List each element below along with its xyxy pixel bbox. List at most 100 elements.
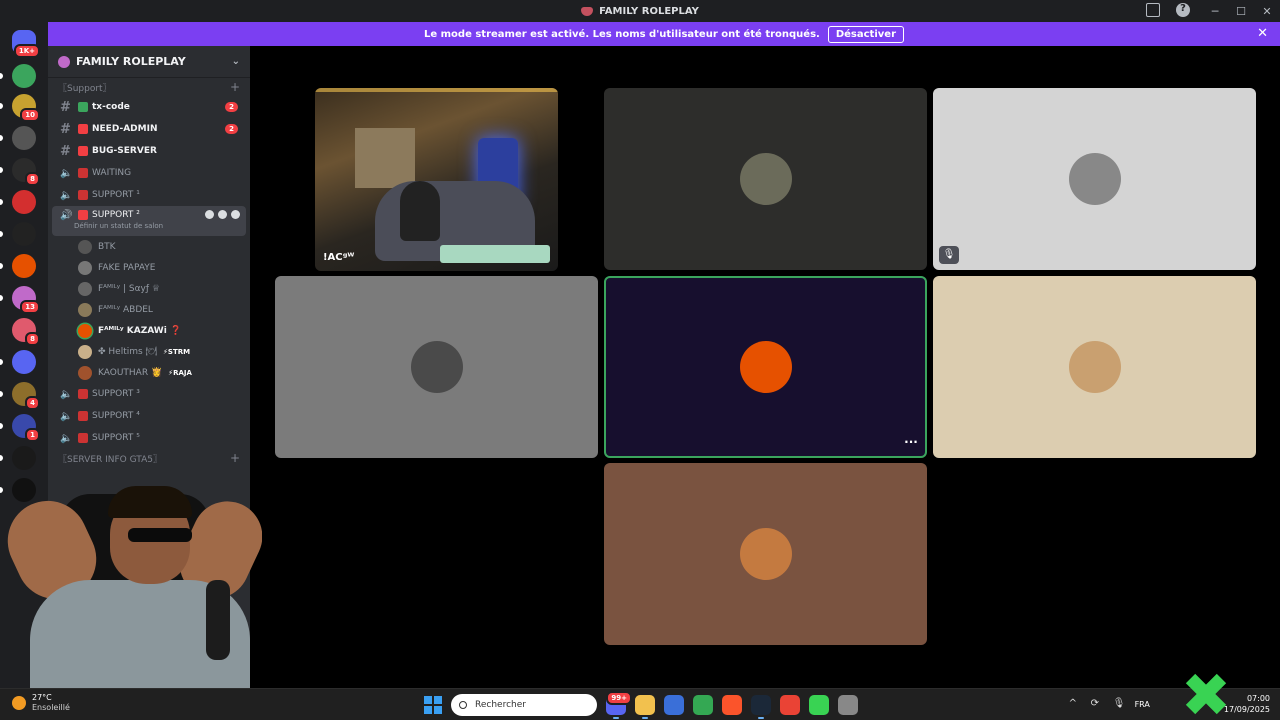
more-options-icon[interactable]: ··· (901, 436, 921, 452)
tile-2[interactable] (604, 88, 927, 270)
server-icon-server-5[interactable] (12, 190, 36, 214)
inbox-icon[interactable] (1146, 3, 1160, 17)
voice-user[interactable]: Fᴬᴹᴵᴸʸ KAZAWi ❓ (48, 320, 250, 341)
sync-icon[interactable]: ⟳ (1091, 698, 1103, 710)
channel-emoji-icon (78, 168, 88, 178)
tile-camera[interactable]: !ACᵍᵂ (315, 88, 558, 271)
mic-icon[interactable]: 🎙 (1113, 698, 1126, 710)
windows-start-icon[interactable] (424, 696, 442, 714)
speaker-icon: 🔊 (60, 210, 73, 221)
steam-icon[interactable] (751, 695, 771, 719)
server-header[interactable]: FAMILY ROLEPLAY ⌄ (48, 46, 250, 78)
close-button[interactable]: ✕ (1254, 0, 1280, 22)
channel-item[interactable]: 🔈 SUPPORT ⁴ (48, 405, 250, 427)
channel-label: SUPPORT ⁵ (92, 433, 140, 443)
category-support[interactable]: 〖Support〗 + (48, 78, 250, 96)
speaker-icon: 🔈 (60, 189, 73, 201)
minimize-button[interactable]: ─ (1202, 0, 1228, 22)
add-channel-icon[interactable]: + (230, 451, 240, 465)
voice-user[interactable]: ✤ Heltims 🍽 ⚡STRM (48, 341, 250, 362)
server-icon-server-13[interactable] (12, 446, 36, 470)
discord-icon[interactable]: 99+ (606, 691, 632, 719)
channel-item[interactable]: 🔈 WAITING (48, 162, 250, 184)
channel-label: tx-code (92, 102, 130, 112)
voice-user[interactable]: Fᴬᴹᴵᴸʸ | Sαyƒ ♕ (48, 278, 250, 299)
server-icon-server-6[interactable] (12, 222, 36, 246)
discord-app-icon (581, 6, 594, 16)
clock[interactable]: 07:00 17/09/2025 (1224, 693, 1270, 715)
avatar (78, 302, 92, 317)
unread-pill (0, 263, 3, 269)
server-badge: 4 (25, 396, 40, 410)
chat-icon[interactable] (205, 210, 214, 219)
voice-user[interactable]: KAOUTHAR 👸 ⚡RAJA (48, 362, 250, 383)
disable-streamer-button[interactable]: Désactiver (827, 25, 904, 43)
clock-date: 17/09/2025 (1223, 705, 1270, 714)
server-icon-server-3[interactable] (12, 126, 36, 150)
taskbar-search[interactable]: Rechercher (451, 694, 597, 716)
voice-user[interactable]: Fᴬᴹᴵᴸʸ ABDEL (48, 299, 250, 320)
server-icon-server-10[interactable] (12, 350, 36, 374)
server-badge: 8 (25, 332, 40, 346)
avatar (78, 323, 92, 338)
banner-close-icon[interactable]: ✕ (1257, 26, 1268, 41)
language-indicator[interactable]: FRA (1135, 700, 1150, 709)
keyboard (440, 245, 550, 263)
unread-pill (0, 135, 3, 141)
server-icon-server-1[interactable] (12, 64, 36, 88)
channel-item[interactable]: # BUG-SERVER (48, 140, 250, 162)
settings-icon[interactable] (231, 210, 240, 219)
channel-status[interactable]: Définir un statut de salon (48, 222, 250, 236)
tile-3[interactable]: 🎙 (933, 88, 1256, 270)
channel-item[interactable]: 🔈 SUPPORT ¹ (48, 184, 250, 206)
app-3-icon[interactable] (664, 695, 684, 715)
server-icon-server-11[interactable]: 4 (12, 382, 40, 410)
app-9-icon[interactable] (838, 695, 858, 715)
chevron-up-icon[interactable]: ^ (1069, 698, 1081, 710)
brave-icon[interactable] (722, 695, 742, 715)
pinned-apps: 99+ (606, 691, 858, 719)
channel-item[interactable]: 🔈 SUPPORT ⁵ (48, 427, 250, 449)
channel-item[interactable]: # NEED-ADMIN 2 (48, 118, 250, 140)
speaker-icon: 🔈 (60, 388, 73, 400)
invite-icon[interactable] (218, 210, 227, 219)
channel-item[interactable]: 🔈 SUPPORT ³ (48, 383, 250, 405)
tile-4[interactable] (275, 276, 598, 458)
discord-badge: 99+ (606, 691, 632, 705)
channel-item[interactable]: # tx-code 2 (48, 96, 250, 118)
server-icon-server-2[interactable]: 10 (12, 94, 40, 122)
tile-6[interactable] (933, 276, 1256, 458)
user-name: KAOUTHAR 👸 (98, 367, 163, 378)
server-icon-server-4[interactable]: 8 (12, 158, 40, 186)
server-icon-server-8[interactable]: 13 (12, 286, 40, 314)
unread-pill (0, 359, 3, 365)
avatar (78, 260, 92, 275)
avatar (78, 239, 92, 254)
server-icon-server-7[interactable] (12, 254, 36, 278)
server-icon-server-12[interactable]: 1 (12, 414, 40, 442)
app-8-icon[interactable] (809, 695, 829, 715)
server-badge: 1 (25, 428, 40, 442)
weather-widget[interactable]: 27°C Ensoleillé (12, 693, 70, 713)
category-label: 〖Support〗 (58, 83, 112, 94)
channel-label: SUPPORT ⁴ (92, 411, 140, 421)
tile-7[interactable] (604, 463, 927, 645)
category-server-info[interactable]: 〖SERVER INFO GTA5〗 + (48, 449, 250, 467)
tile-kazawi[interactable]: ··· (604, 276, 927, 458)
unread-pill (0, 231, 3, 237)
voice-user[interactable]: FAKE PAPAYE (48, 257, 250, 278)
server-name: FAMILY ROLEPLAY (76, 55, 186, 68)
file-explorer-icon[interactable] (635, 695, 655, 719)
add-channel-icon[interactable]: + (230, 80, 240, 94)
server-icon-discord-home[interactable]: 1K+ (12, 30, 40, 58)
channel-label: SUPPORT ³ (92, 389, 140, 399)
chrome-icon[interactable] (693, 695, 713, 715)
help-icon[interactable]: ? (1176, 3, 1190, 17)
chrome-2-icon[interactable] (780, 695, 800, 715)
voice-user[interactable]: BTK (48, 236, 250, 257)
server-icon-server-9[interactable]: 8 (12, 318, 40, 346)
maximize-button[interactable]: ☐ (1228, 0, 1254, 22)
hash-icon: # (60, 143, 71, 159)
hash-icon: # (60, 121, 71, 137)
avatar (78, 365, 92, 380)
